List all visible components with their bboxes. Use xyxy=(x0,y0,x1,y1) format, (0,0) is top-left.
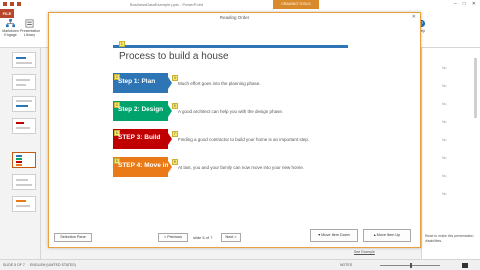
language[interactable]: ENGLISH (UNITED STATES) xyxy=(30,263,76,267)
minimize-icon[interactable]: – xyxy=(454,1,457,7)
step-1-description[interactable]: Much effort goes into the planning phase… xyxy=(178,81,260,86)
presentation-library-label: Presentation Library xyxy=(20,29,41,38)
dialog-title: Reading Order xyxy=(219,15,250,20)
step-2-box[interactable]: 4 Step 2: Design xyxy=(113,101,172,121)
step-3-box[interactable]: 6 STEP 3: Build xyxy=(113,129,172,149)
undo-icon[interactable] xyxy=(10,2,14,6)
slide-count: SLIDE 5 OF 7 xyxy=(3,263,25,267)
zoom-slider-thumb[interactable] xyxy=(410,262,412,268)
fit-slide-icon[interactable] xyxy=(462,262,468,268)
pane-row: No xyxy=(442,84,447,88)
slide-thumbnails-pane xyxy=(0,48,41,259)
order-badge[interactable]: 9 xyxy=(172,159,178,165)
file-tab[interactable]: FILE xyxy=(0,9,14,18)
order-badge[interactable]: 7 xyxy=(172,131,178,137)
markdown-engage-label: Markdown Engage xyxy=(2,29,19,38)
pane-row: No xyxy=(442,156,447,160)
slide-thumbnail-4[interactable] xyxy=(12,118,36,134)
reading-order-dialog: Reading Order ✕ 1 Process to build a hou… xyxy=(48,12,421,248)
pane-row: No xyxy=(442,138,447,142)
order-badge[interactable]: 5 xyxy=(172,103,178,109)
hierarchy-icon xyxy=(6,19,15,28)
previous-slide-button[interactable]: < Previous xyxy=(158,233,188,242)
slide-thumbnail-3[interactable] xyxy=(12,96,36,112)
step-4-label: STEP 4: Move in xyxy=(118,162,169,169)
slide-title[interactable]: Process to build a house xyxy=(119,51,229,62)
library-icon xyxy=(25,19,34,28)
pane-row: No xyxy=(442,102,447,106)
step-2-description[interactable]: A good architect can help you with the d… xyxy=(178,109,283,114)
pane-row: No xyxy=(442,174,447,178)
document-title: BusinessDataExample.pptx - PowerPoint xyxy=(130,1,203,7)
move-item-down-label: Move Item Down xyxy=(321,233,350,237)
title-bar: BusinessDataExample.pptx - PowerPoint DR… xyxy=(0,0,480,9)
step-4-box[interactable]: 8 STEP 4: Move in xyxy=(113,157,172,177)
slide-thumbnail-2[interactable] xyxy=(12,74,36,90)
accessibility-pane: No No No No No No No No Read to make thi… xyxy=(421,48,480,259)
presentation-library-button[interactable]: Presentation Library xyxy=(20,19,41,38)
status-bar: SLIDE 5 OF 7 ENGLISH (UNITED STATES) NOT… xyxy=(0,259,480,270)
slide-preview: 1 Process to build a house 2 Step 1: Pla… xyxy=(111,35,350,211)
selection-pane-button[interactable]: Selection Pane xyxy=(54,233,92,242)
see-example-link[interactable]: See Example xyxy=(354,250,375,254)
move-item-up-label: Move Item Up xyxy=(376,233,401,237)
next-slide-button[interactable]: Next > xyxy=(221,233,241,242)
drawing-tools-tab[interactable]: DRAWING TOOLS xyxy=(273,0,319,9)
close-icon[interactable]: ✕ xyxy=(412,14,416,20)
step-4-description[interactable]: At last, you and your family can now mov… xyxy=(178,165,304,170)
move-item-up-button[interactable]: ▴ Move Item Up xyxy=(363,229,411,242)
markdown-engage-button[interactable]: Markdown Engage xyxy=(1,19,20,37)
step-1-label: Step 1: Plan xyxy=(118,78,156,85)
close-window-icon[interactable]: ✕ xyxy=(472,1,476,7)
slide-thumbnail-1[interactable] xyxy=(12,52,36,68)
quick-access-toolbar xyxy=(3,2,21,6)
window-controls: – □ ✕ xyxy=(454,1,476,7)
slide-indicator: slide 5 of 7 xyxy=(193,235,213,240)
pane-note: Read to make this presentation disabilit… xyxy=(425,234,474,243)
step-2-label: Step 2: Design xyxy=(118,106,164,113)
pane-scrollbar[interactable] xyxy=(474,58,477,118)
slide-thumbnail-7[interactable] xyxy=(12,196,36,212)
step-3-label: STEP 3: Build xyxy=(118,134,161,141)
notes-button[interactable]: NOTES xyxy=(340,263,352,267)
slide-accent-bar xyxy=(113,45,348,48)
save-icon[interactable] xyxy=(3,2,7,6)
pane-row: No xyxy=(442,192,447,196)
step-3-description[interactable]: Finding a good contractor to build your … xyxy=(178,137,309,142)
pane-row: No xyxy=(442,120,447,124)
maximize-icon[interactable]: □ xyxy=(463,1,466,7)
pane-row: No xyxy=(442,66,447,70)
move-item-down-button[interactable]: ▾ Move Item Down xyxy=(310,229,358,242)
slide-thumbnail-5[interactable] xyxy=(12,152,36,168)
redo-icon[interactable] xyxy=(17,2,21,6)
step-1-box[interactable]: 2 Step 1: Plan xyxy=(113,73,172,93)
order-badge[interactable]: 1 xyxy=(119,41,125,47)
slide-thumbnail-6[interactable] xyxy=(12,174,36,190)
order-badge[interactable]: 3 xyxy=(172,75,178,81)
